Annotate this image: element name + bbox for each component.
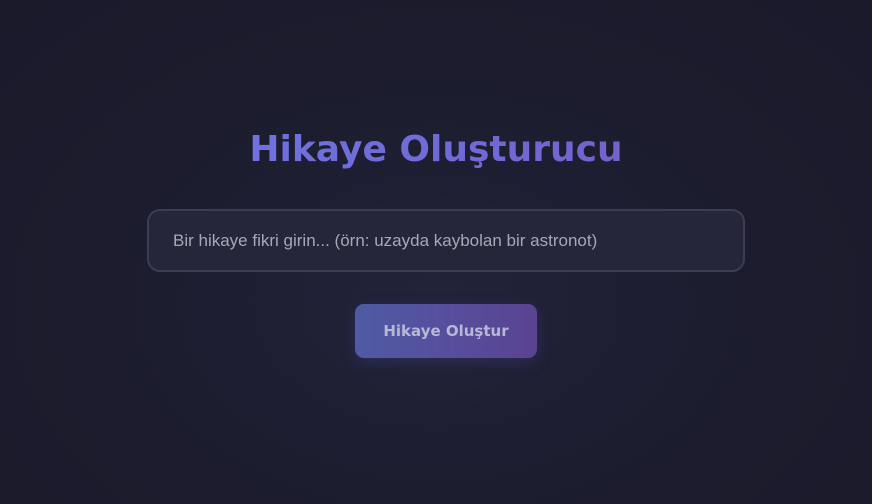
story-idea-field[interactable] [147, 209, 745, 272]
story-idea-input[interactable] [149, 211, 743, 270]
generate-story-button[interactable]: Hikaye Oluştur [355, 304, 537, 358]
page-title: Hikaye Oluşturucu [0, 122, 872, 178]
story-generator-page: Hikaye Oluşturucu Hikaye Oluştur [0, 0, 872, 504]
